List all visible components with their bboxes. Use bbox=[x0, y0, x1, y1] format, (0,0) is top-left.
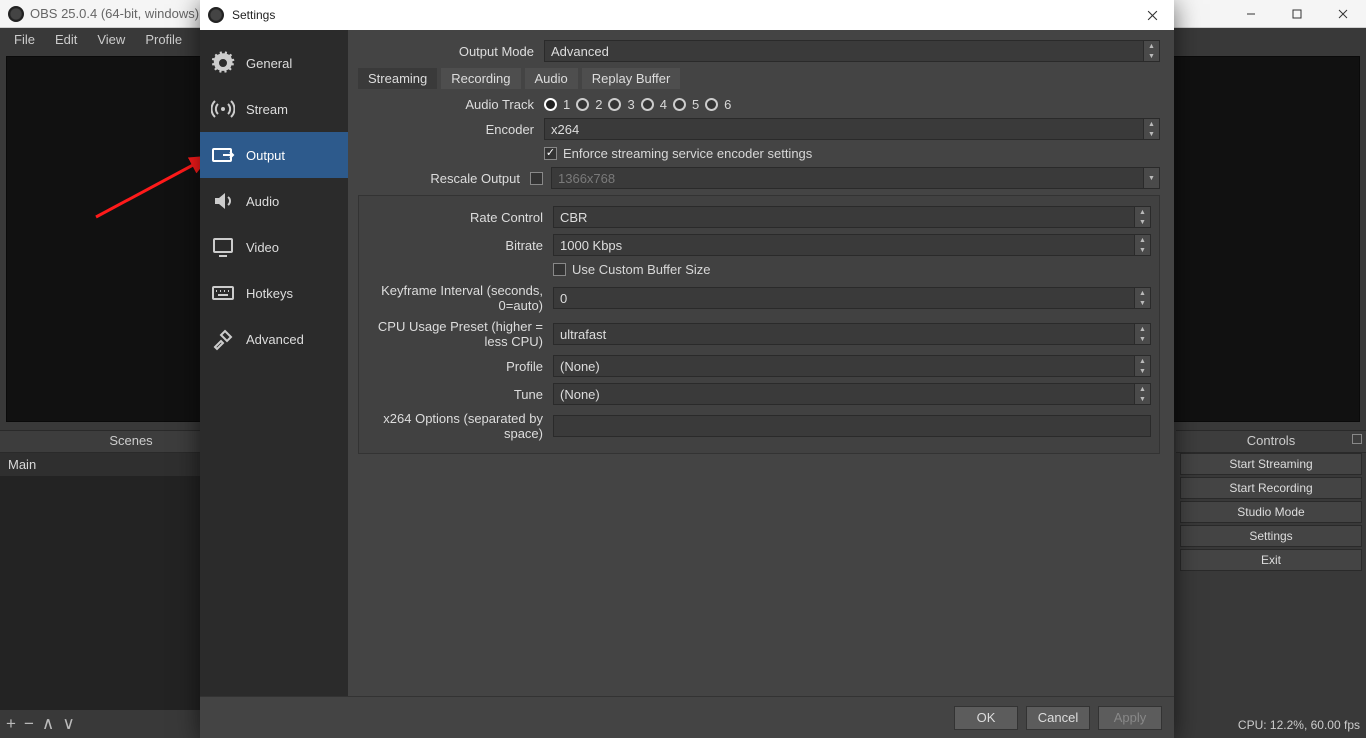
maximize-button[interactable] bbox=[1274, 0, 1320, 28]
menu-file[interactable]: File bbox=[4, 30, 45, 49]
audio-track-2-radio[interactable] bbox=[576, 98, 589, 111]
sidenav-stream[interactable]: Stream bbox=[200, 86, 348, 132]
menu-edit[interactable]: Edit bbox=[45, 30, 87, 49]
rescale-label: Rescale Output bbox=[358, 171, 530, 186]
controls-panel: Controls Start Streaming Start Recording… bbox=[1176, 430, 1366, 738]
chevron-down-icon: ▼ bbox=[1144, 51, 1159, 61]
x264-options-input[interactable] bbox=[553, 415, 1151, 437]
apply-button[interactable]: Apply bbox=[1098, 706, 1162, 730]
encoder-label: Encoder bbox=[358, 122, 544, 137]
profile-select[interactable]: (None)▲▼ bbox=[553, 355, 1151, 377]
chevron-up-icon: ▲ bbox=[1144, 41, 1159, 51]
keyboard-icon bbox=[210, 280, 236, 306]
start-streaming-button[interactable]: Start Streaming bbox=[1180, 453, 1362, 475]
audio-track-label: Audio Track bbox=[358, 97, 544, 112]
add-scene-icon[interactable]: + bbox=[6, 714, 16, 734]
studio-mode-button[interactable]: Studio Mode bbox=[1180, 501, 1362, 523]
audio-track-5-radio[interactable] bbox=[673, 98, 686, 111]
settings-sidenav: General Stream Output Audio Video Hotkey… bbox=[200, 30, 348, 696]
tune-label: Tune bbox=[367, 387, 553, 402]
dialog-close-button[interactable] bbox=[1130, 0, 1174, 30]
output-icon bbox=[210, 142, 236, 168]
tab-streaming[interactable]: Streaming bbox=[358, 68, 437, 89]
encoder-settings-group: Rate Control CBR▲▼ Bitrate 1000 Kbps▲▼ U… bbox=[358, 195, 1160, 454]
rate-control-select[interactable]: CBR▲▼ bbox=[553, 206, 1151, 228]
sidenav-general[interactable]: General bbox=[200, 40, 348, 86]
keyframe-label: Keyframe Interval (seconds, 0=auto) bbox=[367, 283, 553, 313]
x264-options-label: x264 Options (separated by space) bbox=[367, 411, 553, 441]
custom-buffer-label: Use Custom Buffer Size bbox=[572, 262, 710, 277]
enforce-checkbox[interactable] bbox=[544, 147, 557, 160]
sidenav-advanced[interactable]: Advanced bbox=[200, 316, 348, 362]
output-mode-select[interactable]: Advanced▲▼ bbox=[544, 40, 1160, 62]
tab-replay-buffer[interactable]: Replay Buffer bbox=[582, 68, 681, 89]
settings-content: Output Mode Advanced▲▼ Streaming Recordi… bbox=[348, 30, 1174, 696]
ok-button[interactable]: OK bbox=[954, 706, 1018, 730]
sidenav-audio[interactable]: Audio bbox=[200, 178, 348, 224]
main-window-title: OBS 25.0.4 (64-bit, windows) - P bbox=[30, 6, 219, 21]
keyframe-input[interactable]: 0▲▼ bbox=[553, 287, 1151, 309]
menu-view[interactable]: View bbox=[87, 30, 135, 49]
settings-button[interactable]: Settings bbox=[1180, 525, 1362, 547]
rescale-checkbox[interactable] bbox=[530, 172, 543, 185]
sidenav-video[interactable]: Video bbox=[200, 224, 348, 270]
close-button[interactable] bbox=[1320, 0, 1366, 28]
remove-scene-icon[interactable]: − bbox=[24, 714, 34, 734]
custom-buffer-checkbox[interactable] bbox=[553, 263, 566, 276]
settings-dialog: Settings General Stream Output Audio Vid… bbox=[200, 0, 1174, 738]
sidenav-hotkeys[interactable]: Hotkeys bbox=[200, 270, 348, 316]
controls-title: Controls bbox=[1176, 431, 1366, 453]
rate-control-label: Rate Control bbox=[367, 210, 553, 225]
audio-track-1-radio[interactable] bbox=[544, 98, 557, 111]
output-mode-label: Output Mode bbox=[358, 44, 544, 59]
cpu-preset-label: CPU Usage Preset (higher = less CPU) bbox=[367, 319, 553, 349]
profile-label: Profile bbox=[367, 359, 553, 374]
obs-icon bbox=[208, 7, 224, 23]
obs-icon bbox=[8, 6, 24, 22]
monitor-icon bbox=[210, 234, 236, 260]
rescale-select[interactable]: 1366x768▼ bbox=[551, 167, 1160, 189]
scene-down-icon[interactable]: ∨ bbox=[62, 714, 74, 734]
tab-recording[interactable]: Recording bbox=[441, 68, 520, 89]
popout-icon[interactable] bbox=[1352, 434, 1362, 444]
encoder-select[interactable]: x264▲▼ bbox=[544, 118, 1160, 140]
status-text: CPU: 12.2%, 60.00 fps bbox=[1238, 718, 1360, 732]
bitrate-input[interactable]: 1000 Kbps▲▼ bbox=[553, 234, 1151, 256]
dialog-footer: OK Cancel Apply bbox=[200, 696, 1174, 738]
dialog-titlebar: Settings bbox=[200, 0, 1174, 30]
minimize-button[interactable] bbox=[1228, 0, 1274, 28]
speaker-icon bbox=[210, 188, 236, 214]
start-recording-button[interactable]: Start Recording bbox=[1180, 477, 1362, 499]
cpu-preset-select[interactable]: ultrafast▲▼ bbox=[553, 323, 1151, 345]
scene-up-icon[interactable]: ∧ bbox=[42, 714, 54, 734]
bitrate-label: Bitrate bbox=[367, 238, 553, 253]
audio-track-6-radio[interactable] bbox=[705, 98, 718, 111]
exit-button[interactable]: Exit bbox=[1180, 549, 1362, 571]
tools-icon bbox=[210, 326, 236, 352]
dialog-title: Settings bbox=[232, 8, 275, 22]
audio-track-3-radio[interactable] bbox=[608, 98, 621, 111]
enforce-label: Enforce streaming service encoder settin… bbox=[563, 146, 812, 161]
tune-select[interactable]: (None)▲▼ bbox=[553, 383, 1151, 405]
tab-audio[interactable]: Audio bbox=[525, 68, 578, 89]
gear-icon bbox=[210, 50, 236, 76]
cancel-button[interactable]: Cancel bbox=[1026, 706, 1090, 730]
menu-profile[interactable]: Profile bbox=[135, 30, 192, 49]
broadcast-icon bbox=[210, 96, 236, 122]
audio-track-4-radio[interactable] bbox=[641, 98, 654, 111]
sidenav-output[interactable]: Output bbox=[200, 132, 348, 178]
